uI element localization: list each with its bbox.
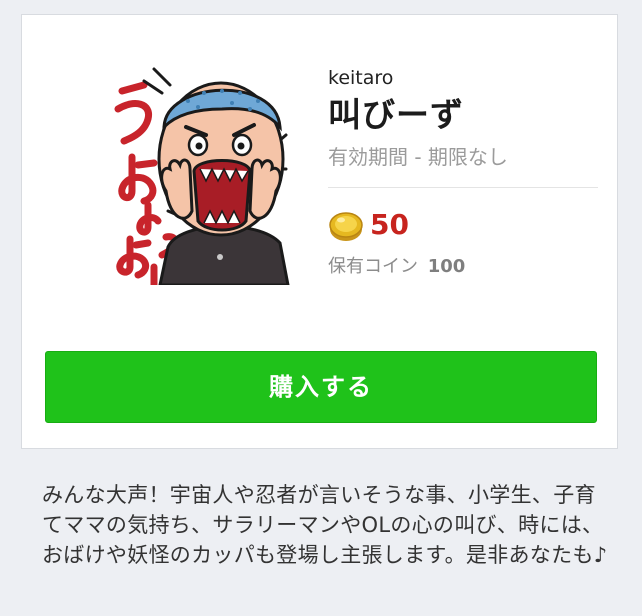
sticker-title: 叫びーず bbox=[328, 95, 464, 134]
sticker-info: keitaro 叫びーず 有効期間 - 期限なし 50 保有コイン 100 bbox=[328, 67, 598, 279]
sticker-card: keitaro 叫びーず 有効期間 - 期限なし 50 保有コイン 100 購入… bbox=[21, 14, 618, 449]
gold-coin-icon bbox=[329, 212, 363, 241]
price-value: 50 bbox=[370, 208, 409, 241]
owned-coins-label: 保有コイン bbox=[328, 256, 418, 277]
validity-period: 有効期間 - 期限なし bbox=[328, 145, 508, 169]
author-name[interactable]: keitaro bbox=[328, 67, 598, 89]
sticker-image bbox=[114, 67, 290, 285]
buy-button[interactable]: 購入する bbox=[45, 351, 597, 423]
price-row: 50 bbox=[328, 205, 598, 245]
divider bbox=[328, 187, 598, 188]
owned-coins: 保有コイン 100 bbox=[328, 255, 598, 279]
sticker-description: みんな大声！宇宙人や忍者が言いそうな事、小学生、子育てママの気持ち、サラリーマン… bbox=[42, 483, 608, 567]
owned-coins-value: 100 bbox=[427, 256, 466, 277]
